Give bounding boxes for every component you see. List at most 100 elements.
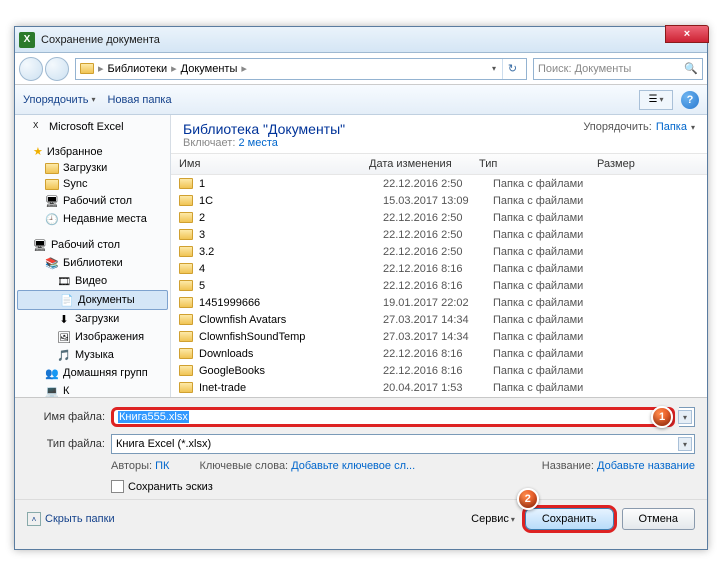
includes-link[interactable]: 2 места (238, 137, 277, 149)
table-row[interactable]: 422.12.2016 8:16Папка с файлами (171, 260, 707, 277)
forward-button[interactable] (45, 57, 69, 81)
filetype-label: Тип файла: (27, 438, 105, 450)
file-date: 22.12.2016 8:16 (383, 263, 493, 275)
col-type[interactable]: Тип (479, 158, 597, 170)
col-name[interactable]: Имя (179, 158, 369, 170)
recent-icon: 🕘 (45, 212, 59, 226)
sidebar-item-recent[interactable]: 🕘Недавние места (15, 210, 170, 228)
col-date[interactable]: Дата изменения (369, 158, 479, 170)
sidebar-item-downloads2[interactable]: ⬇Загрузки (15, 310, 170, 328)
star-icon: ★ (33, 145, 43, 158)
table-row[interactable]: GoogleBooks22.12.2016 8:16Папка с файлам… (171, 362, 707, 379)
file-name: Downloads (199, 348, 383, 360)
keywords-link[interactable]: Добавьте ключевое сл... (291, 460, 415, 472)
sidebar-item-desktop[interactable]: 🖥Рабочий стол (15, 236, 170, 254)
chevron-right-icon: ▸ (98, 62, 104, 75)
table-row[interactable]: 322.12.2016 2:50Папка с файлами (171, 226, 707, 243)
sidebar-item-homegroup[interactable]: 👥Домашняя групп (15, 364, 170, 382)
close-button[interactable]: × (665, 25, 709, 43)
breadcrumb-segment[interactable]: Документы (181, 63, 238, 75)
folder-icon (179, 195, 193, 206)
homegroup-icon: 👥 (45, 366, 59, 380)
table-row[interactable]: 222.12.2016 2:50Папка с файлами (171, 209, 707, 226)
arrange-value[interactable]: Папка (656, 121, 687, 133)
file-pane: Библиотека "Документы" Включает: 2 места… (171, 115, 707, 397)
address-dropdown[interactable]: ▾ (486, 59, 502, 79)
hide-folders-button[interactable]: ˄Скрыть папки (27, 512, 115, 526)
col-size[interactable]: Размер (597, 158, 657, 170)
tools-button[interactable]: Сервис ▾ (471, 513, 515, 525)
thumbnail-checkbox[interactable] (111, 480, 124, 493)
titlebar[interactable]: X Сохранение документа × (15, 27, 707, 53)
file-type: Папка с файлами (493, 348, 611, 360)
file-name: 1 (199, 178, 383, 190)
file-name: Inet-trade (199, 382, 383, 394)
libraries-icon: 📚 (45, 256, 59, 270)
table-row[interactable]: Inet-trade20.04.2017 1:53Папка с файлами (171, 379, 707, 396)
sidebar-item-libraries[interactable]: 📚Библиотеки (15, 254, 170, 272)
address-bar[interactable]: ▸ Библиотеки ▸ Документы ▸ ▾ ↻ (75, 58, 527, 80)
sidebar-item-documents[interactable]: 📄Документы (17, 290, 168, 310)
sidebar-item-desktop-fav[interactable]: 🖥Рабочий стол (15, 192, 170, 210)
table-row[interactable]: 522.12.2016 8:16Папка с файлами (171, 277, 707, 294)
table-row[interactable]: 122.12.2016 2:50Папка с файлами (171, 175, 707, 192)
sidebar-item-computer[interactable]: 💻К (15, 382, 170, 397)
save-button[interactable]: Сохранить (525, 508, 614, 530)
callout-1: 1 (651, 406, 673, 428)
table-row[interactable]: Clownfish Avatars27.03.2017 14:34Папка с… (171, 311, 707, 328)
column-headers[interactable]: Имя Дата изменения Тип Размер (171, 153, 707, 175)
excel-icon: X (33, 121, 45, 133)
file-name: 5 (199, 280, 383, 292)
cancel-button[interactable]: Отмена (622, 508, 695, 530)
sidebar-item-favorites[interactable]: ★Избранное (15, 143, 170, 160)
file-type: Папка с файлами (493, 195, 611, 207)
file-list[interactable]: 122.12.2016 2:50Папка с файлами1C15.03.2… (171, 175, 707, 397)
breadcrumb-segment[interactable]: Библиотеки (108, 63, 168, 75)
file-date: 22.12.2016 2:50 (383, 178, 493, 190)
file-date: 22.12.2016 2:50 (383, 246, 493, 258)
folder-icon (179, 365, 193, 376)
file-name: 1451999666 (199, 297, 383, 309)
folder-icon (179, 212, 193, 223)
table-row[interactable]: 3.222.12.2016 2:50Папка с файлами (171, 243, 707, 260)
sidebar-item-sync[interactable]: Sync (15, 176, 170, 192)
arrange-label: Упорядочить: (583, 121, 652, 133)
chevron-down-icon: ▾ (691, 123, 695, 132)
title-link[interactable]: Добавьте название (597, 460, 695, 472)
file-type: Папка с файлами (493, 331, 611, 343)
file-name: 1C (199, 195, 383, 207)
help-button[interactable]: ? (681, 91, 699, 109)
view-mode-button[interactable]: ☰▾ (639, 90, 673, 110)
window-title: Сохранение документа (41, 34, 703, 46)
computer-icon: 💻 (45, 384, 59, 397)
filetype-select[interactable]: Книга Excel (*.xlsx)▾ (111, 434, 695, 454)
file-type: Папка с файлами (493, 178, 611, 190)
organize-button[interactable]: Упорядочить ▾ (23, 94, 95, 106)
table-row[interactable]: 1C15.03.2017 13:09Папка с файлами (171, 192, 707, 209)
search-input[interactable]: Поиск: Документы 🔍 (533, 58, 703, 80)
close-icon: × (684, 28, 690, 40)
refresh-button[interactable]: ↻ (502, 59, 522, 79)
sidebar-item-downloads[interactable]: Загрузки (15, 160, 170, 176)
file-type: Папка с файлами (493, 229, 611, 241)
table-row[interactable]: Downloads22.12.2016 8:16Папка с файлами (171, 345, 707, 362)
file-name: 3.2 (199, 246, 383, 258)
sidebar-item-pictures[interactable]: 🖼Изображения (15, 328, 170, 346)
filename-input[interactable]: Книга555.xlsx (111, 407, 675, 427)
filename-dropdown[interactable]: ▾ (679, 407, 695, 427)
sidebar-item-music[interactable]: 🎵Музыка (15, 346, 170, 364)
folder-icon (179, 382, 193, 393)
authors-value[interactable]: ПК (155, 460, 169, 472)
table-row[interactable]: ClownfishSoundTemp27.03.2017 14:34Папка … (171, 328, 707, 345)
file-date: 20.04.2017 1:53 (383, 382, 493, 394)
back-button[interactable] (19, 57, 43, 81)
desktop-icon: 🖥 (45, 194, 59, 208)
new-folder-button[interactable]: Новая папка (107, 94, 171, 106)
table-row[interactable]: 145199966619.01.2017 22:02Папка с файлам… (171, 294, 707, 311)
chevron-right-icon: ▸ (241, 62, 247, 75)
sidebar-item-video[interactable]: 🎞Видео (15, 272, 170, 290)
sidebar-item-excel[interactable]: XMicrosoft Excel (15, 119, 170, 135)
folder-icon (80, 63, 94, 74)
file-date: 27.03.2017 14:34 (383, 314, 493, 326)
nav-bar: ▸ Библиотеки ▸ Документы ▸ ▾ ↻ Поиск: До… (15, 53, 707, 85)
